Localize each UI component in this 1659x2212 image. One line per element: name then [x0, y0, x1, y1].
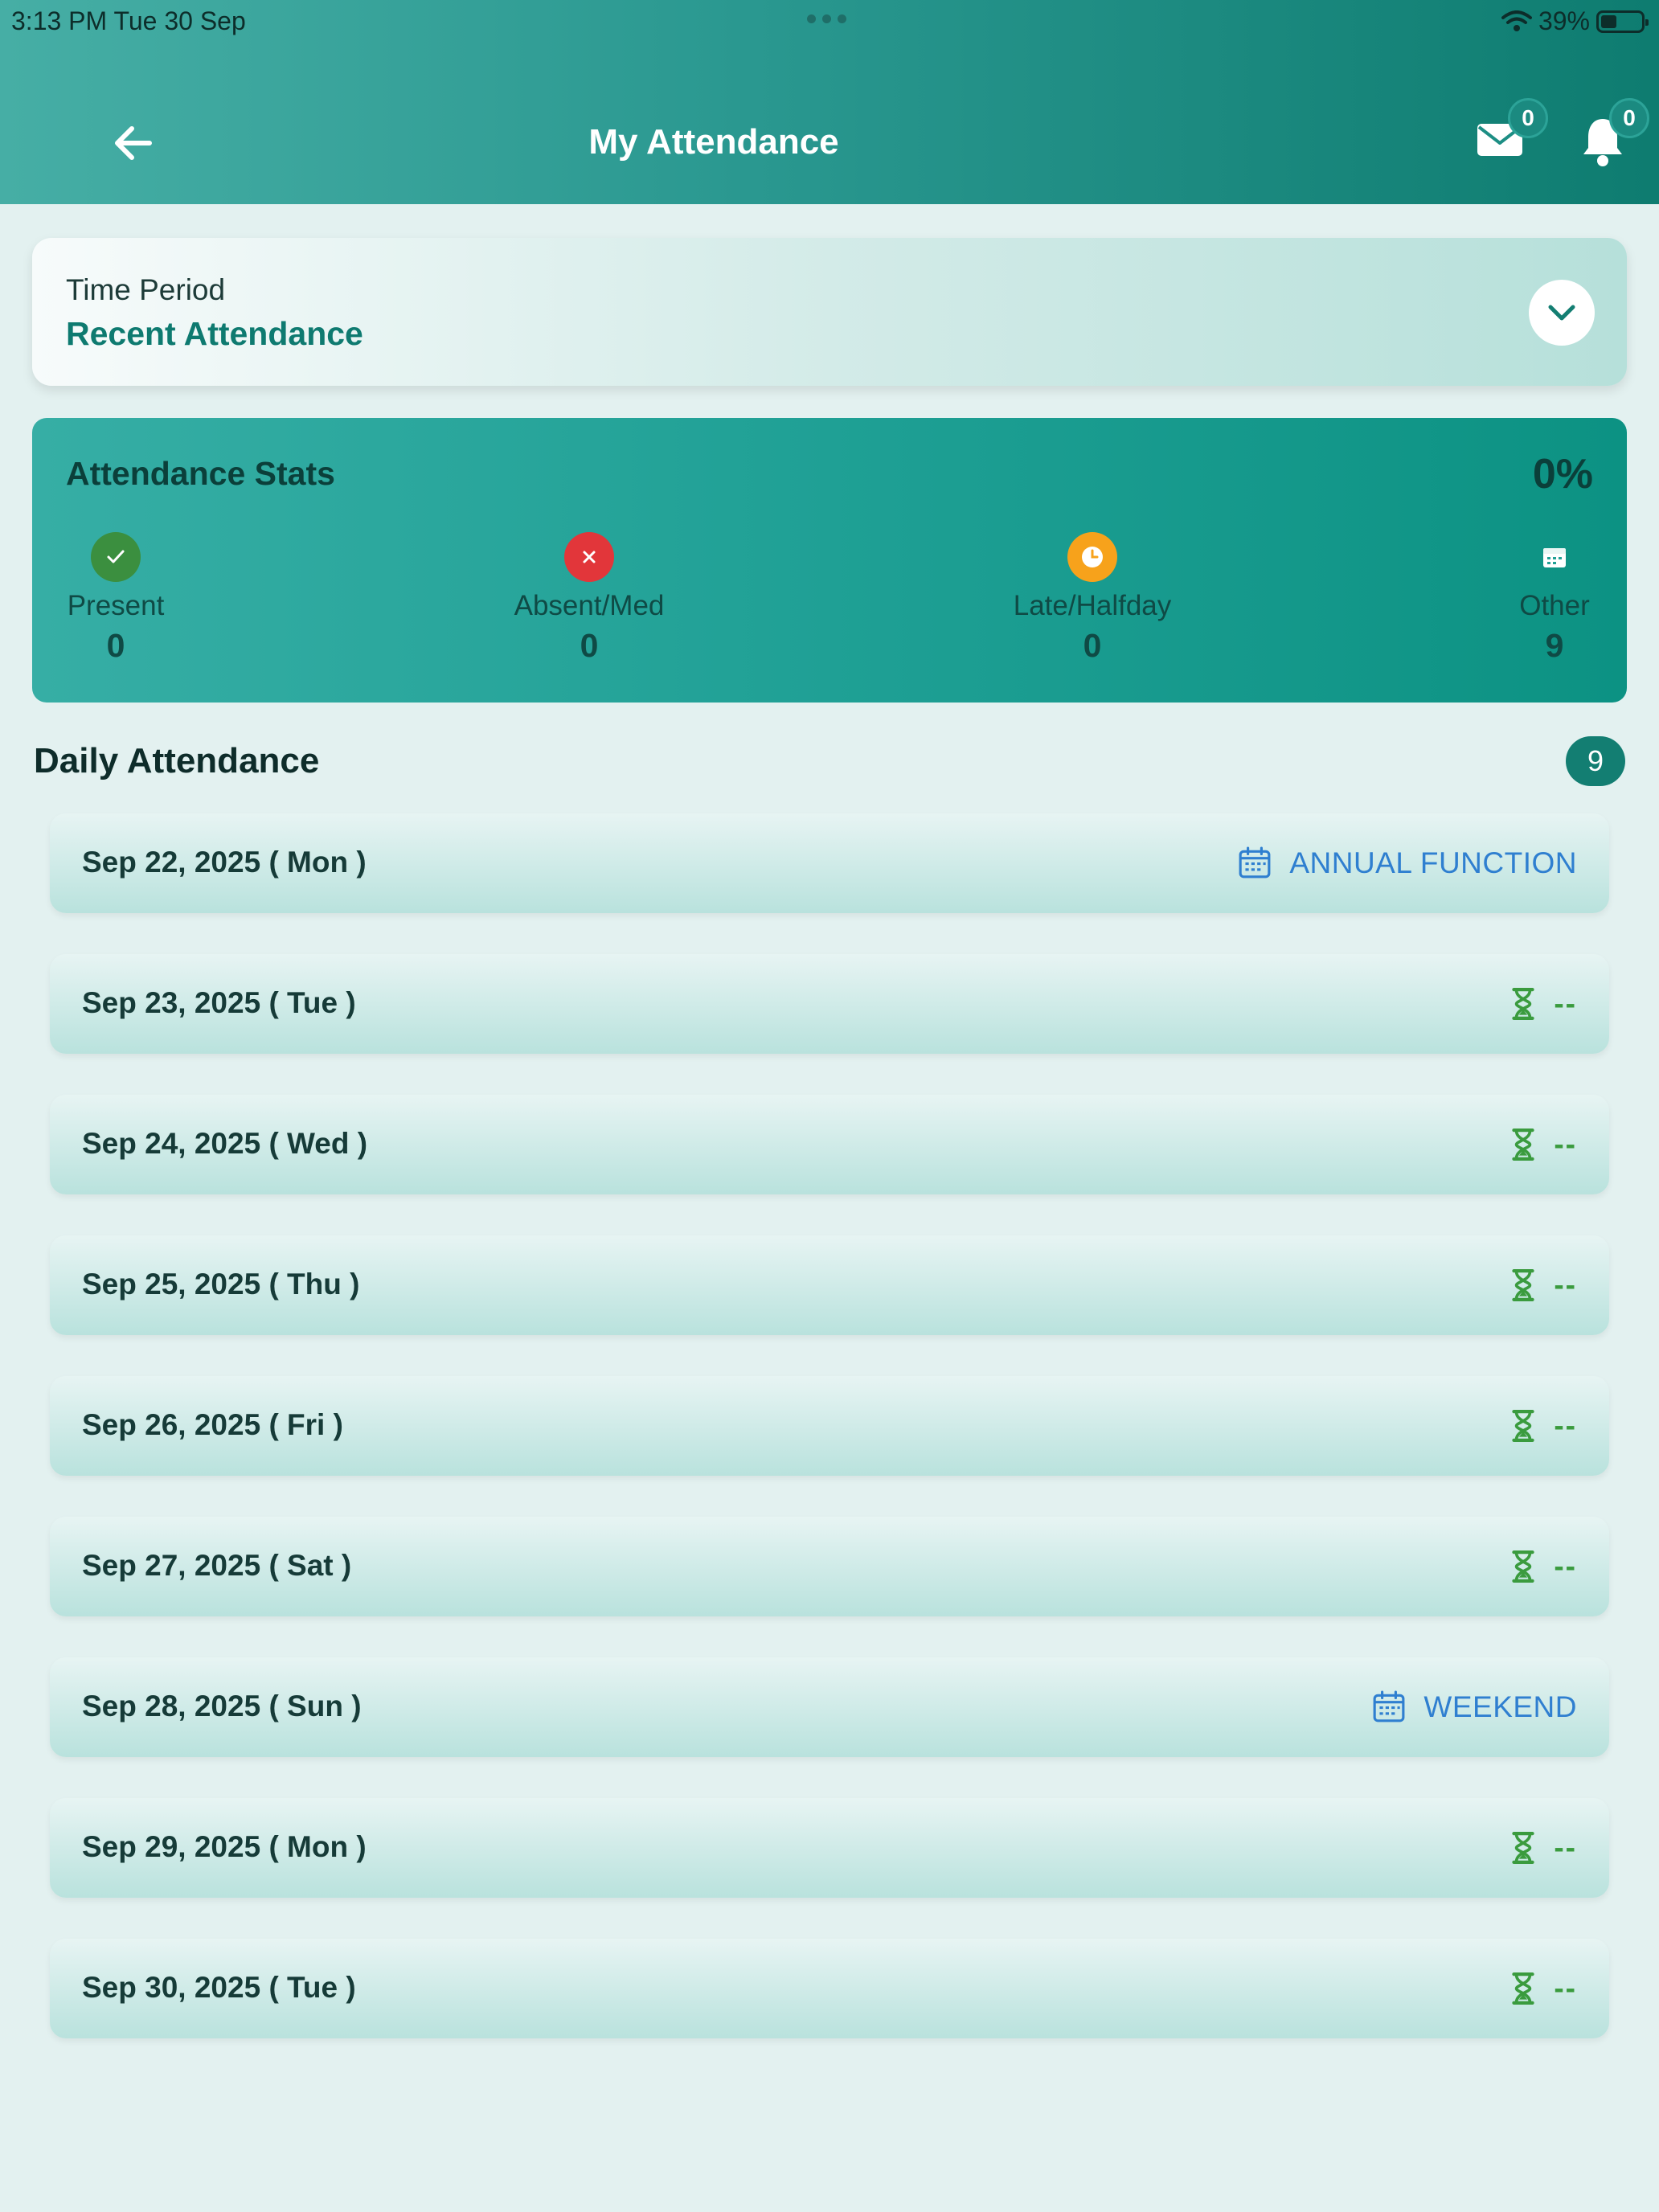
stat-absent-label: Absent/Med [514, 590, 665, 621]
attendance-row-date: Sep 25, 2025 ( Thu ) [82, 1268, 360, 1301]
hourglass-icon [1510, 1972, 1536, 2005]
app-header: 3:13 PM Tue 30 Sep 39% My Attendance 0 0 [0, 0, 1659, 204]
attendance-row-status: -- [1510, 1968, 1577, 2009]
attendance-row[interactable]: Sep 30, 2025 ( Tue ) -- [50, 1939, 1609, 2038]
stat-other-value: 9 [1545, 627, 1564, 664]
multitasking-dots-icon[interactable] [807, 14, 846, 23]
attendance-row-status-text: WEEKEND [1423, 1690, 1577, 1723]
attendance-percent: 0% [1532, 451, 1593, 498]
messages-count-badge: 0 [1508, 98, 1548, 138]
check-icon [91, 532, 141, 582]
stat-absent-value: 0 [580, 627, 599, 664]
attendance-row-date: Sep 26, 2025 ( Fri ) [82, 1408, 343, 1441]
hourglass-icon [1510, 1831, 1536, 1865]
attendance-row-status: -- [1510, 1264, 1577, 1306]
wifi-icon [1501, 10, 1532, 31]
status-bar: 3:13 PM Tue 30 Sep 39% [0, 0, 1659, 42]
time-period-value: Recent Attendance [66, 315, 363, 352]
attendance-stats-card: Attendance Stats 0% Present 0 Absent/Med… [32, 418, 1627, 703]
hourglass-icon [1510, 1128, 1536, 1161]
attendance-row-date: Sep 22, 2025 ( Mon ) [82, 846, 367, 879]
stat-present-value: 0 [106, 627, 125, 664]
page-title: My Attendance [588, 122, 839, 162]
stat-present-label: Present [67, 590, 165, 621]
attendance-row[interactable]: Sep 29, 2025 ( Mon ) -- [50, 1798, 1609, 1898]
cross-icon [564, 532, 614, 582]
stat-late: Late/Halfday 0 [1004, 532, 1181, 665]
stat-late-value: 0 [1083, 627, 1102, 664]
attendance-row-status: -- [1510, 983, 1577, 1025]
status-time: 3:13 PM Tue 30 Sep [11, 6, 246, 35]
time-period-label: Time Period [66, 273, 226, 306]
attendance-row-status-text: -- [1554, 1409, 1577, 1442]
attendance-row[interactable]: Sep 23, 2025 ( Tue ) -- [50, 954, 1609, 1054]
daily-attendance-title: Daily Attendance [34, 741, 320, 780]
attendance-row[interactable]: Sep 22, 2025 ( Mon ) ANNUAL FUNCTION [50, 813, 1609, 913]
attendance-row-status-text: -- [1554, 1128, 1577, 1161]
attendance-row-status: -- [1510, 1827, 1577, 1869]
attendance-row-status: -- [1510, 1546, 1577, 1587]
attendance-row-status-text: -- [1554, 1972, 1577, 2005]
attendance-row-date: Sep 29, 2025 ( Mon ) [82, 1830, 367, 1863]
notifications-count-badge: 0 [1609, 98, 1649, 138]
attendance-row-status: WEEKEND [1372, 1686, 1577, 1728]
attendance-row-date: Sep 30, 2025 ( Tue ) [82, 1971, 356, 2004]
clock-icon [1067, 532, 1117, 582]
stat-other-label: Other [1519, 590, 1590, 621]
stat-present: Present 0 [27, 532, 204, 665]
calendar-icon [1238, 846, 1272, 880]
attendance-row[interactable]: Sep 24, 2025 ( Wed ) -- [50, 1095, 1609, 1194]
hourglass-icon [1510, 987, 1536, 1021]
attendance-row-date: Sep 24, 2025 ( Wed ) [82, 1127, 368, 1160]
stat-other: Other 9 [1466, 532, 1643, 665]
attendance-row[interactable]: Sep 28, 2025 ( Sun ) WEEKEND [50, 1657, 1609, 1757]
chevron-down-icon [1548, 305, 1575, 321]
time-period-dropdown-button[interactable] [1529, 280, 1595, 346]
attendance-row-status: -- [1510, 1405, 1577, 1447]
attendance-row-status: ANNUAL FUNCTION [1238, 842, 1577, 884]
attendance-row-date: Sep 28, 2025 ( Sun ) [82, 1690, 362, 1722]
status-right: 39% [1501, 6, 1649, 36]
hourglass-icon [1510, 1409, 1536, 1443]
attendance-row-status-text: -- [1554, 1831, 1577, 1864]
attendance-row[interactable]: Sep 25, 2025 ( Thu ) -- [50, 1235, 1609, 1335]
battery-percent: 39% [1538, 6, 1590, 35]
stat-absent: Absent/Med 0 [501, 532, 678, 665]
attendance-row-status-text: -- [1554, 1268, 1577, 1301]
daily-attendance-count-badge: 9 [1566, 736, 1625, 786]
attendance-row-status-text: -- [1554, 1550, 1577, 1583]
attendance-row-date: Sep 23, 2025 ( Tue ) [82, 986, 356, 1019]
attendance-row-date: Sep 27, 2025 ( Sat ) [82, 1549, 352, 1582]
calendar-icon [1530, 532, 1579, 582]
hourglass-icon [1510, 1268, 1536, 1302]
attendance-row-status-text: ANNUAL FUNCTION [1289, 846, 1577, 879]
attendance-row[interactable]: Sep 26, 2025 ( Fri ) -- [50, 1376, 1609, 1476]
hourglass-icon [1510, 1550, 1536, 1583]
time-period-selector[interactable]: Time Period Recent Attendance [32, 238, 1627, 386]
stats-title: Attendance Stats [66, 455, 335, 492]
attendance-row-status: -- [1510, 1124, 1577, 1165]
stat-late-label: Late/Halfday [1013, 590, 1172, 621]
attendance-row-status-text: -- [1554, 987, 1577, 1020]
attendance-row[interactable]: Sep 27, 2025 ( Sat ) -- [50, 1517, 1609, 1616]
calendar-icon [1372, 1690, 1406, 1724]
battery-icon [1596, 10, 1649, 33]
